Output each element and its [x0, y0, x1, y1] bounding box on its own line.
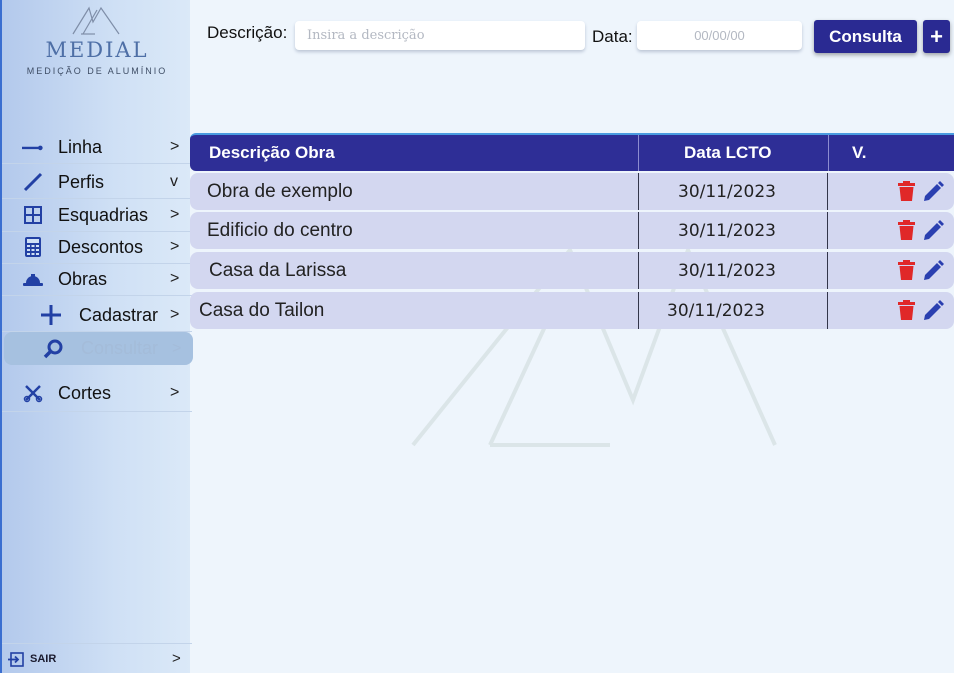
logo: MEDIAL MEDIÇÃO DE ALUMÍNIO: [2, 6, 192, 76]
delete-icon[interactable]: [898, 181, 915, 206]
sidebar-item-label: Consultar: [81, 338, 159, 358]
row-date: 30/11/2023: [678, 260, 776, 281]
delete-icon[interactable]: [898, 260, 915, 285]
table-row[interactable]: Casa da Larissa 30/11/2023: [190, 252, 954, 289]
plus-icon: [40, 304, 62, 326]
consult-button[interactable]: Consulta: [814, 20, 917, 53]
column-divider: [638, 252, 639, 289]
row-description: Casa da Larissa: [209, 259, 347, 281]
column-divider: [638, 212, 639, 249]
calculator-icon: [22, 236, 44, 258]
column-divider: [827, 292, 828, 329]
sidebar-item-label: Cadastrar: [79, 304, 159, 325]
logout-button[interactable]: SAIR >: [2, 643, 192, 673]
column-header-data[interactable]: Data LCTO: [684, 135, 772, 171]
sidebar-item-cortes[interactable]: Cortes >: [2, 375, 192, 412]
medial-logo-icon: [72, 6, 120, 35]
chevron-right-icon: >: [170, 270, 180, 287]
chevron-right-icon: >: [170, 206, 180, 223]
sidebar-item-descontos[interactable]: Descontos >: [2, 231, 192, 264]
delete-icon[interactable]: [898, 220, 915, 245]
table-row[interactable]: Edificio do centro 30/11/2023: [190, 212, 954, 249]
edit-icon[interactable]: [922, 181, 944, 208]
sidebar-item-esquadrias[interactable]: Esquadrias >: [2, 199, 192, 232]
edit-icon[interactable]: [922, 220, 944, 247]
line-icon: [22, 136, 44, 158]
row-description: Edificio do centro: [207, 219, 353, 241]
table-header: Descrição Obra Data LCTO V.: [190, 133, 954, 171]
logout-label: SAIR: [30, 652, 57, 665]
description-label: Descrição:: [207, 23, 288, 42]
logo-title: MEDIAL: [45, 38, 149, 62]
column-divider: [827, 252, 828, 289]
logo-subtitle: MEDIÇÃO DE ALUMÍNIO: [26, 66, 168, 76]
hardhat-icon: [22, 268, 44, 290]
date-label: Data:: [592, 27, 633, 46]
column-divider: [638, 135, 639, 171]
row-date: 30/11/2023: [667, 300, 765, 321]
date-input[interactable]: [637, 21, 802, 50]
slash-icon: [22, 171, 44, 193]
tools-icon: [22, 382, 44, 404]
edit-icon[interactable]: [922, 260, 944, 287]
row-date: 30/11/2023: [678, 220, 776, 241]
chevron-right-icon: >: [170, 306, 180, 323]
sidebar-item-perfis[interactable]: Perfis v: [2, 166, 192, 199]
window-frame-icon: [22, 204, 44, 226]
column-header-v: V.: [852, 143, 867, 162]
logout-icon: [8, 652, 24, 672]
column-header-descricao[interactable]: Descrição Obra: [209, 135, 335, 171]
sidebar-item-label: Esquadrias: [58, 204, 149, 225]
chevron-right-icon: >: [170, 238, 180, 255]
column-divider: [827, 173, 828, 210]
sidebar-item-label: Perfis: [58, 171, 105, 192]
sidebar-item-consultar[interactable]: Consultar >: [4, 332, 193, 365]
sidebar-item-label: Obras: [58, 268, 108, 289]
column-divider: [638, 292, 639, 329]
row-description: Obra de exemplo: [207, 180, 353, 202]
column-divider: [828, 135, 829, 171]
edit-icon[interactable]: [922, 300, 944, 327]
row-description: Casa do Tailon: [199, 299, 325, 321]
chevron-down-icon: v: [170, 173, 178, 190]
chevron-right-icon: >: [170, 384, 180, 401]
sidebar-item-linha[interactable]: Linha >: [2, 131, 192, 164]
sidebar-item-obras[interactable]: Obras >: [2, 263, 192, 296]
sidebar-item-label: Descontos: [58, 236, 144, 257]
add-button[interactable]: +: [923, 20, 950, 53]
column-divider: [827, 212, 828, 249]
sidebar: MEDIAL MEDIÇÃO DE ALUMÍNIO Linha > Perfi…: [0, 0, 193, 673]
sidebar-item-cadastrar[interactable]: Cadastrar >: [2, 299, 192, 332]
sidebar-item-label: Cortes: [58, 382, 112, 403]
chevron-right-icon: >: [172, 650, 181, 667]
sidebar-item-label: Linha: [58, 136, 103, 157]
chevron-right-icon: >: [170, 138, 180, 155]
chevron-right-icon: >: [172, 339, 182, 357]
table-row[interactable]: Obra de exemplo 30/11/2023: [190, 173, 954, 210]
delete-icon[interactable]: [898, 300, 915, 325]
row-date: 30/11/2023: [678, 181, 776, 202]
description-input[interactable]: [295, 21, 585, 50]
table-row[interactable]: Casa do Tailon 30/11/2023: [190, 292, 954, 329]
column-divider: [638, 173, 639, 210]
search-icon: [42, 338, 64, 360]
